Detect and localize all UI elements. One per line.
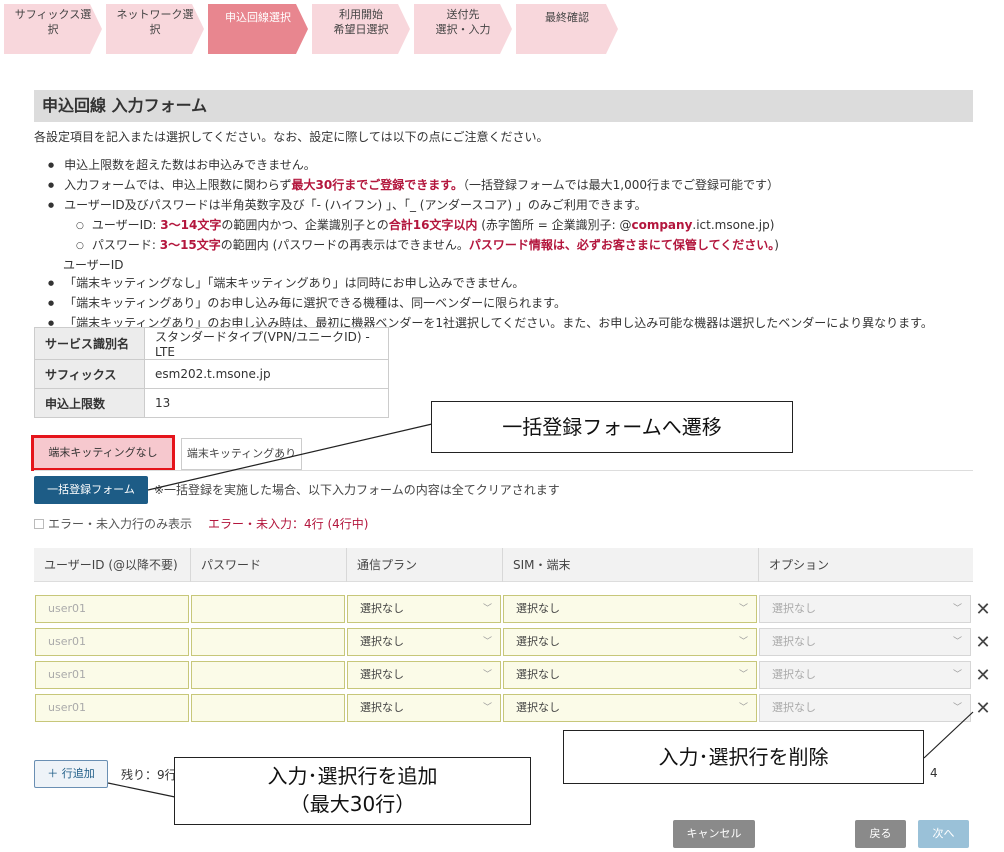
next-button[interactable]: 次へ (918, 820, 969, 848)
sim-select[interactable]: 選択なし ﹀ (503, 694, 757, 722)
plan-select[interactable]: 選択なし ﹀ (347, 694, 501, 722)
note-item: 入力フォームでは、申込上限数に関わらず最大30行までご登録できます。（一括登録フ… (48, 176, 933, 196)
error-filter-checkbox[interactable] (34, 519, 44, 529)
option-select[interactable]: 選択なし ﹀ (759, 595, 971, 623)
close-icon[interactable]: ✕ (973, 600, 993, 620)
error-count: エラー・未入力：4行 (4行中) (208, 517, 369, 531)
column-userid: ユーザーID (@以降不要) (44, 558, 178, 572)
page-title: 申込回線 入力フォーム (34, 90, 973, 122)
intro-text: 各設定項目を記入または選択してください。なお、設定に際しては以下の点にご注意くだ… (34, 130, 549, 144)
chevron-down-icon: ﹀ (738, 703, 748, 713)
chevron-down-icon: ﹀ (952, 604, 962, 614)
tab-with-kitting[interactable]: 端末キッティングあり (181, 438, 302, 470)
sim-select[interactable]: 選択なし ﹀ (503, 628, 757, 656)
add-row-button[interactable]: ＋ 行追加 (34, 760, 108, 788)
close-icon[interactable]: ✕ (973, 666, 993, 686)
remaining-rows: 残り：9行 (121, 768, 177, 782)
plan-select[interactable]: 選択なし ﹀ (347, 661, 501, 689)
sim-select[interactable]: 選択なし ﹀ (503, 595, 757, 623)
back-button[interactable]: 戻る (855, 820, 906, 848)
chevron-down-icon: ﹀ (738, 637, 748, 647)
password-input[interactable] (191, 661, 345, 689)
chevron-down-icon: ﹀ (482, 637, 492, 647)
chevron-down-icon: ﹀ (738, 670, 748, 680)
error-filter-label[interactable]: エラー・未入力行のみ表示 (48, 517, 192, 531)
column-sim: SIM・端末 (502, 548, 758, 582)
password-input[interactable] (191, 595, 345, 623)
bulk-note: ※一括登録を実施した場合、以下入力フォームの内容は全てクリアされます (154, 483, 560, 497)
service-info-table: サービス識別名 スタンダードタイプ(VPN/ユニークID) - LTE サフィック… (34, 327, 389, 418)
step-destination: 送付先 選択・入力 (414, 4, 512, 54)
info-key: サフィックス (34, 359, 145, 389)
info-value: スタンダードタイプ(VPN/ユニークID) - LTE (144, 327, 389, 360)
chevron-down-icon: ﹀ (952, 670, 962, 680)
userid-input[interactable]: user01 (35, 628, 189, 656)
chevron-down-icon: ﹀ (952, 637, 962, 647)
note-subitem: パスワード: 3～15文字の範囲内 (パスワードの再表示はできません。パスワード… (48, 236, 933, 256)
chevron-down-icon: ﹀ (738, 604, 748, 614)
note-item: 「端末キッティングあり」のお申し込み毎に選択できる機種は、同一ベンダーに限られま… (48, 294, 933, 314)
step-final-confirm: 最終確認 (516, 4, 618, 54)
option-select[interactable]: 選択なし ﹀ (759, 661, 971, 689)
close-icon[interactable]: ✕ (973, 633, 993, 653)
chevron-down-icon: ﹀ (952, 703, 962, 713)
info-key: サービス識別名 (34, 327, 145, 360)
userid-input[interactable]: user01 (35, 595, 189, 623)
column-plan: 通信プラン (346, 548, 502, 582)
close-icon[interactable]: ✕ (973, 699, 993, 719)
password-input[interactable] (191, 694, 345, 722)
info-value: esm202.t.msone.jp (144, 359, 389, 389)
plan-select[interactable]: 選択なし ﹀ (347, 628, 501, 656)
userid-input[interactable]: user01 (35, 694, 189, 722)
column-password: パスワード (190, 548, 346, 582)
note-subitem: ユーザーID: 3～14文字の範囲内かつ、企業識別子との合計16文字以内 (赤字… (48, 216, 933, 236)
step-suffix: サフィックス選 択 (4, 4, 102, 54)
callout-add-row: 入力･選択行を追加 （最大30行） (174, 757, 531, 825)
note-item: 申込上限数を超えた数はお申込みできません。 (48, 156, 933, 176)
note-item: ユーザーID及びパスワードは半角英数字及び「- (ハイフン) 」、「_ (アンダ… (48, 196, 933, 216)
bulk-register-button[interactable]: 一括登録フォーム (34, 476, 148, 504)
callout-bulk-form: 一括登録フォームへ遷移 (431, 401, 793, 453)
error-filter: エラー・未入力行のみ表示 エラー・未入力：4行 (4行中) (34, 515, 368, 532)
chevron-down-icon: ﹀ (482, 670, 492, 680)
plan-select[interactable]: 選択なし ﹀ (347, 595, 501, 623)
tab-divider (34, 470, 973, 471)
userid-input[interactable]: user01 (35, 661, 189, 689)
step-line-select: 申込回線選択 (208, 4, 308, 54)
table-header: ユーザーID (@以降不要) パスワード 通信プラン SIM・端末 オプション (34, 548, 973, 582)
chevron-down-icon: ﹀ (482, 604, 492, 614)
step-start-date: 利用開始 希望日選択 (312, 4, 410, 54)
chevron-down-icon: ﹀ (482, 703, 492, 713)
column-option: オプション (758, 548, 973, 582)
password-input[interactable] (191, 628, 345, 656)
info-key: 申込上限数 (34, 388, 145, 418)
callout-delete-row: 入力･選択行を削除 (563, 730, 924, 784)
cancel-button[interactable]: キャンセル (673, 820, 755, 848)
option-select[interactable]: 選択なし ﹀ (759, 694, 971, 722)
row-count: 4 (930, 766, 938, 780)
tab-no-kitting[interactable]: 端末キッティングなし (31, 435, 175, 471)
note-item: 「端末キッティングなし」「端末キッティングあり」は同時にお申し込みできません。 (48, 274, 933, 294)
info-value: 13 (144, 388, 389, 418)
step-network: ネットワーク選 択 (106, 4, 204, 54)
notes-list: 申込上限数を超えた数はお申込みできません。 入力フォームでは、申込上限数に関わら… (48, 156, 933, 334)
callout-line-add (107, 782, 176, 798)
option-select[interactable]: 選択なし ﹀ (759, 628, 971, 656)
sim-select[interactable]: 選択なし ﹀ (503, 661, 757, 689)
note-plain: ユーザーID (63, 258, 124, 272)
